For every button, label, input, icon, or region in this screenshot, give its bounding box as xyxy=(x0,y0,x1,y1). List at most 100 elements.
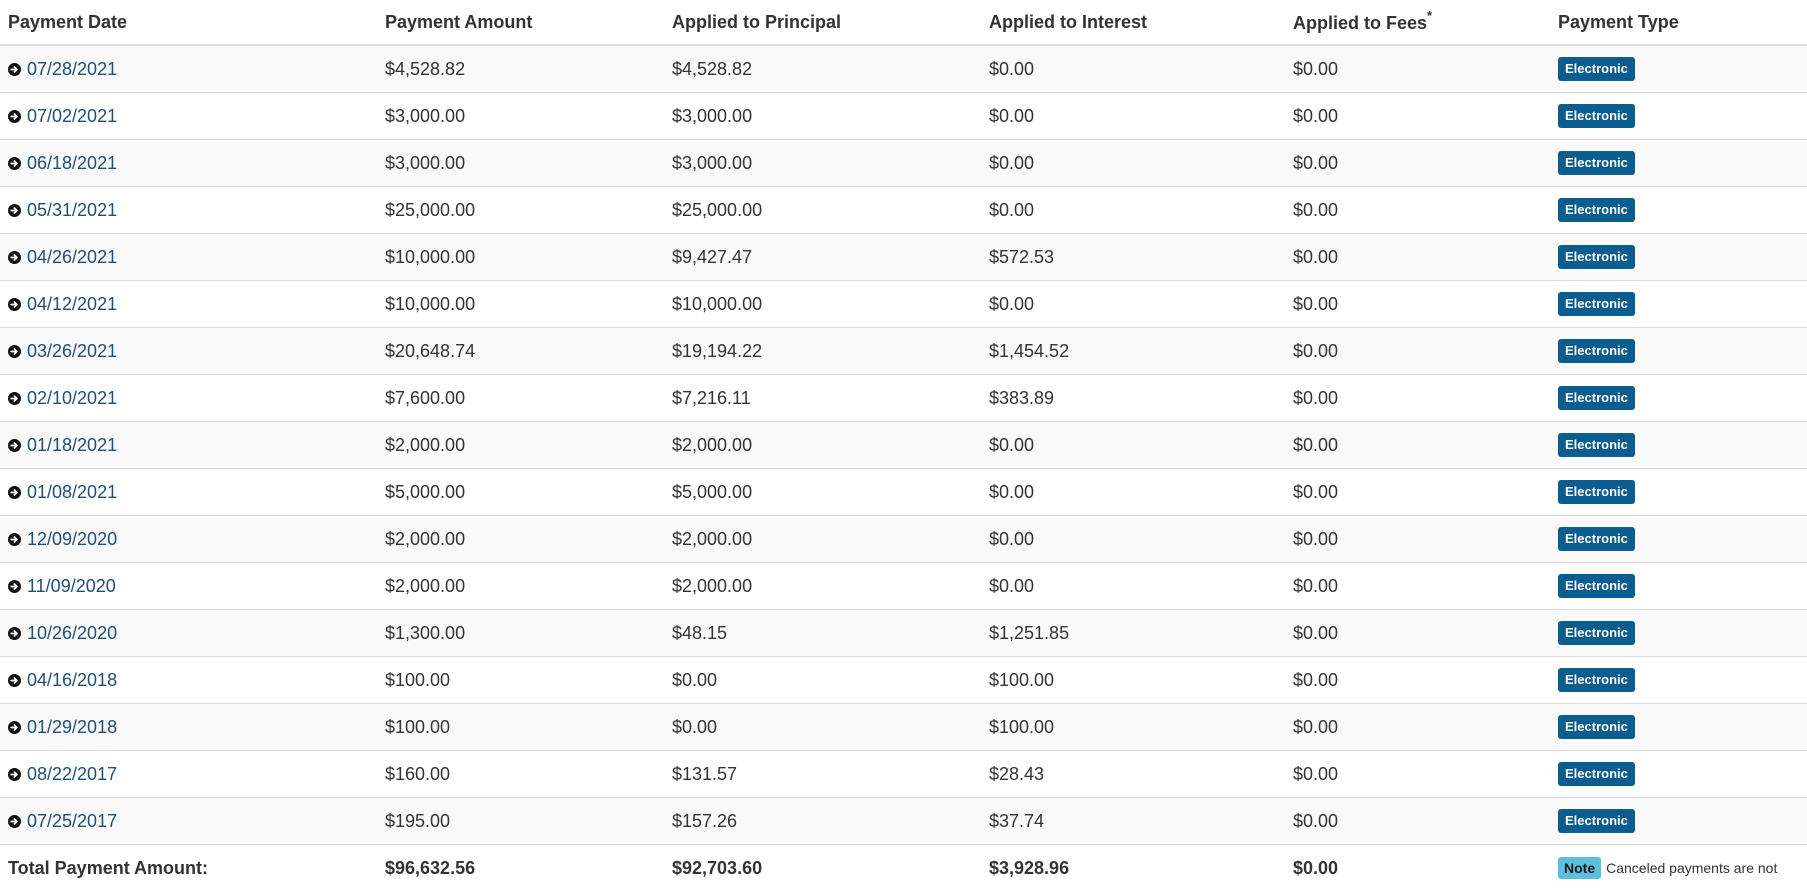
payment-date-link[interactable]: 01/18/2021 xyxy=(27,435,117,456)
table-row: 08/22/2017$160.00$131.57$28.43$0.00Elect… xyxy=(0,751,1807,798)
circle-arrow-right-icon[interactable] xyxy=(8,533,21,546)
circle-arrow-right-icon[interactable] xyxy=(8,392,21,405)
payment-date-link[interactable]: 08/22/2017 xyxy=(27,764,117,785)
payment-date-link-wrap[interactable]: 01/18/2021 xyxy=(8,435,377,456)
circle-arrow-right-icon[interactable] xyxy=(8,815,21,828)
applied-interest-cell: $0.00 xyxy=(981,422,1285,469)
table-row: 07/28/2021$4,528.82$4,528.82$0.00$0.00El… xyxy=(0,45,1807,93)
circle-arrow-right-icon[interactable] xyxy=(8,204,21,217)
payment-date-link[interactable]: 04/12/2021 xyxy=(27,294,117,315)
applied-fees-cell: $0.00 xyxy=(1285,328,1550,375)
payment-amount-cell: $160.00 xyxy=(377,751,664,798)
payment-type-badge: Electronic xyxy=(1558,668,1635,692)
payment-date-link-wrap[interactable]: 07/28/2021 xyxy=(8,59,377,80)
payment-type-badge: Electronic xyxy=(1558,621,1635,645)
circle-arrow-right-icon[interactable] xyxy=(8,157,21,170)
payment-date-link-wrap[interactable]: 05/31/2021 xyxy=(8,200,377,221)
circle-arrow-right-icon[interactable] xyxy=(8,439,21,452)
circle-arrow-right-icon[interactable] xyxy=(8,345,21,358)
applied-principal-cell: $19,194.22 xyxy=(664,328,981,375)
payment-date-link[interactable]: 11/09/2020 xyxy=(27,576,116,597)
payment-date-cell: 03/26/2021 xyxy=(0,328,377,375)
applied-principal-cell: $48.15 xyxy=(664,610,981,657)
table-row: 07/25/2017$195.00$157.26$37.74$0.00Elect… xyxy=(0,798,1807,845)
payment-date-link[interactable]: 03/26/2021 xyxy=(27,341,117,362)
payment-date-cell: 05/31/2021 xyxy=(0,187,377,234)
payment-date-link-wrap[interactable]: 01/08/2021 xyxy=(8,482,377,503)
applied-interest-cell: $0.00 xyxy=(981,563,1285,610)
table-row: 12/09/2020$2,000.00$2,000.00$0.00$0.00El… xyxy=(0,516,1807,563)
payment-date-link-wrap[interactable]: 06/18/2021 xyxy=(8,153,377,174)
applied-fees-cell: $0.00 xyxy=(1285,45,1550,93)
table-row: 01/29/2018$100.00$0.00$100.00$0.00Electr… xyxy=(0,704,1807,751)
payment-date-link-wrap[interactable]: 04/12/2021 xyxy=(8,294,377,315)
payment-date-link-wrap[interactable]: 04/26/2021 xyxy=(8,247,377,268)
applied-principal-cell: $5,000.00 xyxy=(664,469,981,516)
circle-arrow-right-icon[interactable] xyxy=(8,251,21,264)
payment-type-cell: Electronic xyxy=(1550,140,1807,187)
circle-arrow-right-icon[interactable] xyxy=(8,298,21,311)
payment-amount-cell: $3,000.00 xyxy=(377,93,664,140)
payment-date-link-wrap[interactable]: 12/09/2020 xyxy=(8,529,377,550)
payment-date-link-wrap[interactable]: 07/02/2021 xyxy=(8,106,377,127)
circle-arrow-right-icon[interactable] xyxy=(8,580,21,593)
applied-fees-cell: $0.00 xyxy=(1285,281,1550,328)
payment-type-cell: Electronic xyxy=(1550,234,1807,281)
payment-date-link[interactable]: 05/31/2021 xyxy=(27,200,117,221)
payment-date-link[interactable]: 04/26/2021 xyxy=(27,247,117,268)
payment-date-link-wrap[interactable]: 01/29/2018 xyxy=(8,717,377,738)
circle-arrow-right-icon[interactable] xyxy=(8,627,21,640)
payment-date-link[interactable]: 10/26/2020 xyxy=(27,623,117,644)
payment-date-link[interactable]: 12/09/2020 xyxy=(27,529,117,550)
circle-arrow-right-icon[interactable] xyxy=(8,63,21,76)
payment-date-link[interactable]: 07/28/2021 xyxy=(27,59,117,80)
header-payment-type: Payment Type xyxy=(1550,0,1807,45)
payment-date-link[interactable]: 07/25/2017 xyxy=(27,811,117,832)
payment-type-cell: Electronic xyxy=(1550,469,1807,516)
table-row: 10/26/2020$1,300.00$48.15$1,251.85$0.00E… xyxy=(0,610,1807,657)
payment-date-link-wrap[interactable]: 10/26/2020 xyxy=(8,623,377,644)
applied-fees-cell: $0.00 xyxy=(1285,657,1550,704)
payment-type-badge: Electronic xyxy=(1558,715,1635,739)
applied-interest-cell: $0.00 xyxy=(981,93,1285,140)
applied-fees-cell: $0.00 xyxy=(1285,751,1550,798)
table-row: 01/18/2021$2,000.00$2,000.00$0.00$0.00El… xyxy=(0,422,1807,469)
payment-type-badge: Electronic xyxy=(1558,809,1635,833)
payment-date-link-wrap[interactable]: 04/16/2018 xyxy=(8,670,377,691)
payment-type-cell: Electronic xyxy=(1550,751,1807,798)
payment-date-link-wrap[interactable]: 08/22/2017 xyxy=(8,764,377,785)
total-row: Total Payment Amount: $96,632.56 $92,703… xyxy=(0,845,1807,891)
payment-date-link-wrap[interactable]: 02/10/2021 xyxy=(8,388,377,409)
header-applied-fees: Applied to Fees* xyxy=(1285,0,1550,45)
applied-fees-cell: $0.00 xyxy=(1285,422,1550,469)
circle-arrow-right-icon[interactable] xyxy=(8,486,21,499)
payment-date-link-wrap[interactable]: 03/26/2021 xyxy=(8,341,377,362)
applied-interest-cell: $28.43 xyxy=(981,751,1285,798)
applied-fees-cell: $0.00 xyxy=(1285,563,1550,610)
payment-amount-cell: $7,600.00 xyxy=(377,375,664,422)
circle-arrow-right-icon[interactable] xyxy=(8,721,21,734)
applied-interest-cell: $0.00 xyxy=(981,469,1285,516)
payment-date-link-wrap[interactable]: 11/09/2020 xyxy=(8,576,377,597)
applied-fees-cell: $0.00 xyxy=(1285,798,1550,845)
payment-type-cell: Electronic xyxy=(1550,328,1807,375)
circle-arrow-right-icon[interactable] xyxy=(8,674,21,687)
payment-date-link[interactable]: 01/29/2018 xyxy=(27,717,117,738)
payment-date-link-wrap[interactable]: 07/25/2017 xyxy=(8,811,377,832)
payment-amount-cell: $100.00 xyxy=(377,657,664,704)
applied-principal-cell: $3,000.00 xyxy=(664,140,981,187)
payment-date-link[interactable]: 02/10/2021 xyxy=(27,388,117,409)
payment-date-link[interactable]: 06/18/2021 xyxy=(27,153,117,174)
payment-amount-cell: $1,300.00 xyxy=(377,610,664,657)
circle-arrow-right-icon[interactable] xyxy=(8,768,21,781)
note-cell: Note Canceled payments are not xyxy=(1550,845,1807,891)
circle-arrow-right-icon[interactable] xyxy=(8,110,21,123)
payment-date-link[interactable]: 07/02/2021 xyxy=(27,106,117,127)
note-badge: Note xyxy=(1558,857,1601,879)
payment-date-link[interactable]: 01/08/2021 xyxy=(27,482,117,503)
payment-date-link[interactable]: 04/16/2018 xyxy=(27,670,117,691)
payment-type-badge: Electronic xyxy=(1558,527,1635,551)
payment-type-badge: Electronic xyxy=(1558,386,1635,410)
applied-principal-cell: $25,000.00 xyxy=(664,187,981,234)
table-row: 06/18/2021$3,000.00$3,000.00$0.00$0.00El… xyxy=(0,140,1807,187)
